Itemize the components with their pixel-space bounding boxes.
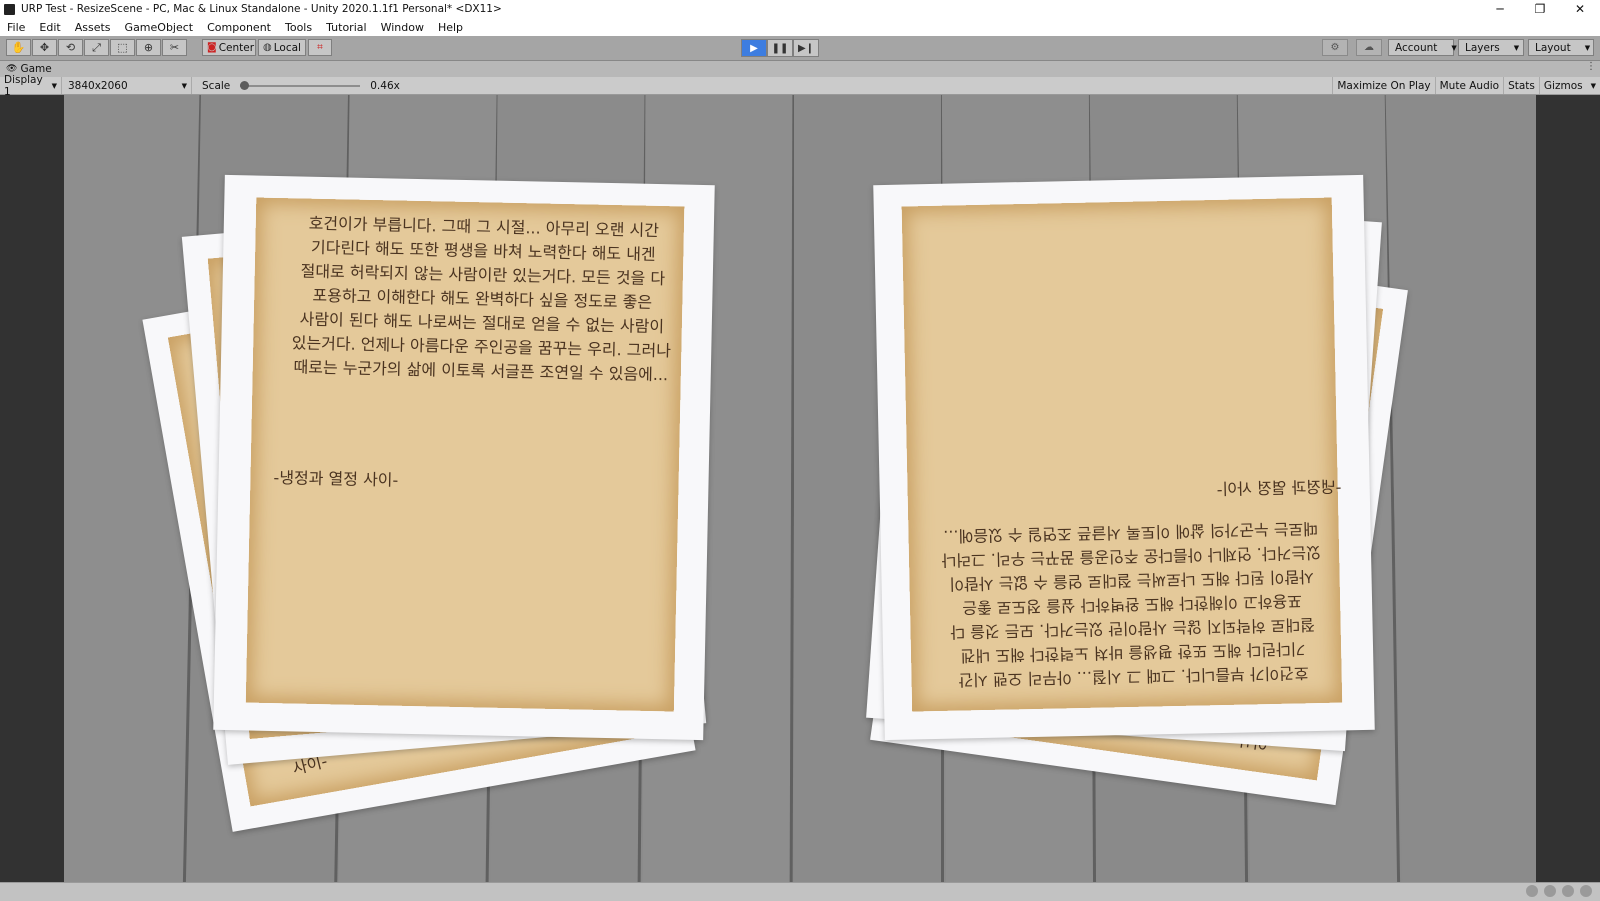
rotate-tool-icon[interactable]: ⟲ bbox=[58, 39, 83, 56]
local-space-icon: ◍ bbox=[263, 42, 272, 53]
layout-dropdown[interactable]: Layout ▼ bbox=[1528, 39, 1594, 56]
chevron-down-icon: ▼ bbox=[1451, 43, 1457, 52]
game-viewport[interactable]: 사이- 호건이가 부릅니다. 그때 그 시절... 아무리 오랜 시간 기다린다… bbox=[0, 95, 1600, 882]
menu-component[interactable]: Component bbox=[200, 21, 278, 34]
menu-window[interactable]: Window bbox=[374, 21, 431, 34]
chevron-down-icon: ▼ bbox=[1590, 81, 1596, 90]
toolbar-right: ⚙ ☁ Account ▼ Layers ▼ Layout ▼ bbox=[1322, 39, 1594, 56]
snap-button[interactable]: ⌗ bbox=[308, 39, 332, 56]
progress-icon[interactable] bbox=[1544, 885, 1556, 897]
gizmos-toggle[interactable]: Gizmos ▼ bbox=[1538, 77, 1600, 94]
chevron-down-icon: ▼ bbox=[1584, 43, 1591, 52]
scale-tool-icon[interactable]: ⤢ bbox=[84, 39, 109, 56]
custom-tool-icon[interactable]: ✂ bbox=[162, 39, 187, 56]
unity-logo-icon bbox=[4, 3, 15, 15]
hand-tool-icon[interactable]: ✋ bbox=[6, 39, 31, 56]
transform-tools: ✋ ✥ ⟲ ⤢ ⬚ ⊕ ✂ bbox=[6, 39, 188, 56]
menu-help[interactable]: Help bbox=[431, 21, 470, 34]
grid-snap-icon: ⌗ bbox=[317, 42, 323, 53]
display-value: Display 1 bbox=[4, 73, 43, 98]
transform-tool-icon[interactable]: ⊕ bbox=[136, 39, 161, 56]
menu-tools[interactable]: Tools bbox=[278, 21, 319, 34]
chevron-down-icon: ▼ bbox=[1513, 43, 1520, 52]
letter-body: 호건이가 부릅니다. 그때 그 시절... 아무리 오랜 시간 기다린다 해도 … bbox=[271, 211, 694, 388]
game-view-icon: 👁 bbox=[6, 64, 18, 74]
collab-icon[interactable]: ⚙ bbox=[1322, 39, 1348, 56]
stats-toggle[interactable]: Stats bbox=[1503, 77, 1539, 94]
game-view-toolbar: Display 1 ▼ 3840x2060 ▼ Scale 0.46x Maxi… bbox=[0, 74, 1600, 98]
game-tab-bar: 👁 Game ⋮ bbox=[0, 61, 1600, 77]
menu-file[interactable]: File bbox=[0, 21, 32, 34]
paper-sheet-front-left: 호건이가 부릅니다. 그때 그 시절... 아무리 오랜 시간 기다린다 해도 … bbox=[213, 174, 715, 741]
resolution-select[interactable]: 3840x2060 ▼ bbox=[64, 77, 192, 94]
menu-tutorial[interactable]: Tutorial bbox=[319, 21, 373, 34]
status-bar bbox=[0, 882, 1600, 901]
pause-button[interactable]: ❚❚ bbox=[767, 39, 793, 57]
mirrored-signature: -냉정과 열정 사이- bbox=[1216, 477, 1342, 500]
scale-slider[interactable] bbox=[240, 80, 361, 90]
maximize-button[interactable]: ❐ bbox=[1520, 0, 1560, 18]
mute-audio-toggle[interactable]: Mute Audio bbox=[1434, 77, 1503, 94]
pivot-icon: ◙ bbox=[207, 42, 217, 53]
window-controls: ─ ❐ ✕ bbox=[1480, 0, 1600, 18]
lighting-icon[interactable] bbox=[1562, 885, 1574, 897]
gizmos-label: Gizmos bbox=[1543, 79, 1583, 92]
close-button[interactable]: ✕ bbox=[1560, 0, 1600, 18]
maximize-on-play-toggle[interactable]: Maximize On Play bbox=[1332, 77, 1434, 94]
tab-menu-icon[interactable]: ⋮ bbox=[1586, 61, 1596, 72]
game-view-options: Maximize On Play Mute Audio Stats Gizmos… bbox=[1332, 77, 1600, 94]
menu-bar: File Edit Assets GameObject Component To… bbox=[0, 18, 1600, 37]
paper-sheet-front-right: -냉정과 열정 사이- 호건이가 부릅니다. 그때 그 시절... 아무리 오랜… bbox=[873, 174, 1375, 741]
resolution-value: 3840x2060 bbox=[68, 79, 128, 92]
pivot-center-label: Center bbox=[218, 41, 255, 54]
mirrored-letter-body: 호건이가 부릅니다. 그때 그 시절... 아무리 오랜 시간 기다린다 해도 … bbox=[920, 515, 1343, 692]
scale-label: Scale bbox=[202, 79, 231, 92]
move-tool-icon[interactable]: ✥ bbox=[32, 39, 57, 56]
account-dropdown[interactable]: Account ▼ bbox=[1388, 39, 1457, 56]
play-button[interactable]: ▶ bbox=[741, 39, 767, 57]
pivot-local-button[interactable]: ◍ Local bbox=[258, 39, 306, 56]
layers-dropdown[interactable]: Layers ▼ bbox=[1458, 39, 1524, 56]
window-title: URP Test - ResizeScene - PC, Mac & Linux… bbox=[21, 3, 502, 15]
scale-slider-handle[interactable] bbox=[240, 80, 250, 90]
step-button[interactable]: ▶❙ bbox=[793, 39, 819, 57]
chevron-down-icon: ▼ bbox=[181, 81, 187, 90]
cloud-icon[interactable]: ☁ bbox=[1356, 39, 1382, 56]
layout-label: Layout bbox=[1535, 41, 1571, 54]
pivot-center-button[interactable]: ◙ Center bbox=[202, 39, 256, 56]
game-render: 사이- 호건이가 부릅니다. 그때 그 시절... 아무리 오랜 시간 기다린다… bbox=[64, 95, 1536, 882]
pivot-local-label: Local bbox=[273, 41, 301, 54]
scale-value: 0.46x bbox=[370, 79, 400, 92]
playback-controls: ▶ ❚❚ ▶❙ bbox=[741, 39, 819, 57]
rect-tool-icon[interactable]: ⬚ bbox=[110, 39, 135, 56]
wood-plank bbox=[1384, 95, 1536, 882]
menu-assets[interactable]: Assets bbox=[68, 21, 118, 34]
menu-gameobject[interactable]: GameObject bbox=[118, 21, 201, 34]
menu-edit[interactable]: Edit bbox=[32, 21, 67, 34]
debug-icon[interactable] bbox=[1580, 885, 1592, 897]
minimize-button[interactable]: ─ bbox=[1480, 0, 1520, 18]
network-icon[interactable] bbox=[1526, 885, 1538, 897]
title-bar: URP Test - ResizeScene - PC, Mac & Linux… bbox=[0, 0, 1600, 18]
status-icons bbox=[1520, 885, 1592, 897]
letter-signature: -냉정과 열정 사이- bbox=[273, 468, 399, 490]
account-label: Account bbox=[1395, 41, 1438, 54]
layers-label: Layers bbox=[1465, 41, 1500, 54]
main-toolbar: ✋ ✥ ⟲ ⤢ ⬚ ⊕ ✂ ◙ Center ◍ Local ⌗ ▶ ❚❚ ▶❙… bbox=[0, 36, 1600, 61]
chevron-down-icon: ▼ bbox=[51, 81, 57, 90]
display-select[interactable]: Display 1 ▼ bbox=[0, 74, 62, 98]
